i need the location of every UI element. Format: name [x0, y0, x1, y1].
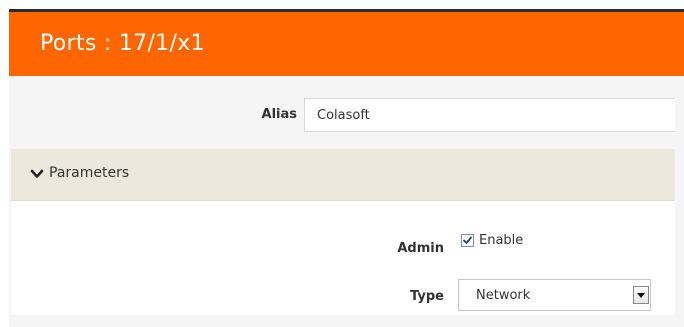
checkmark-icon: [463, 236, 472, 244]
admin-enable-checkbox[interactable]: [461, 234, 474, 247]
top-strip: [0, 0, 684, 9]
dialog-title: Ports : 17/1/x1: [40, 31, 205, 56]
caret-down-icon: [637, 293, 645, 298]
type-select-value: Network: [476, 288, 531, 303]
type-label: Type: [410, 289, 444, 304]
parameters-section-label: Parameters: [49, 165, 130, 181]
admin-label: Admin: [397, 241, 444, 256]
type-select[interactable]: Network: [458, 279, 651, 311]
select-dropdown-button[interactable]: [633, 286, 649, 304]
alias-input[interactable]: [304, 98, 675, 132]
parameters-section-header[interactable]: Parameters: [11, 149, 675, 201]
chevron-down-icon: [30, 169, 44, 178]
alias-label: Alias: [261, 107, 297, 122]
dialog-header: Ports : 17/1/x1: [9, 12, 684, 76]
admin-enable-label[interactable]: Enable: [479, 233, 523, 248]
